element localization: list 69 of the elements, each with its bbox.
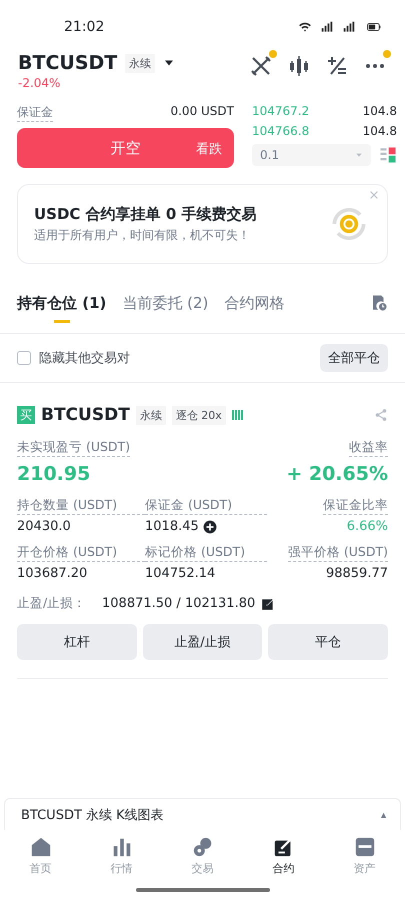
nav-item[interactable]: 行情 [96,836,146,882]
position-symbol: BTCUSDT [41,405,130,425]
tpsl-label: 止盈/止损： [17,595,88,612]
stat-label: 标记价格 (USDT) [145,544,266,562]
position-tag: 逐仓 20x [172,406,226,424]
tpsl-value: 108871.50 / 102131.80 [102,596,256,611]
chart-bar-title: BTCUSDT 永续 K线图表 [21,806,164,824]
candlestick-icon[interactable] [287,54,311,78]
open-short-button[interactable]: 开空 看跌 [17,128,234,168]
swords-icon[interactable] [249,54,273,78]
precision-dropdown[interactable]: 0.1 [252,144,371,166]
leverage-bars-icon [232,410,243,420]
close-icon [369,190,379,200]
promo-title: USDC 合约享挂单 0 手续费交易 [34,204,258,224]
stat-value: 98859.77 [326,566,388,581]
stat-label: 强平价格 (USDT) [288,544,388,562]
nav-item[interactable]: 资产 [340,836,390,882]
book-amount: 104.8 [362,124,397,138]
home-icon [30,836,52,858]
promo-subtitle: 适用于所有用户，时间有限，机不可失！ [34,226,251,244]
book-price: 104767.2 [252,104,310,118]
roi-value: + 20.65% [286,463,388,485]
promo-card[interactable]: USDC 合约享挂单 0 手续费交易 适用于所有用户，时间有限，机不可失！ [17,184,388,264]
close-all-button[interactable]: 全部平仓 [320,344,388,372]
book-layout-icon[interactable] [379,146,397,164]
stat-label: 持仓数量 (USDT) [17,497,145,515]
nav-item[interactable]: 首页 [16,836,66,882]
stat-label: 收益率 [349,439,388,457]
price-change: -2.04% [18,76,62,90]
checkbox[interactable] [17,351,31,365]
button-hint: 看跌 [196,141,222,158]
stat-value: 103687.20 [17,566,88,581]
clock: 21:02 [64,19,104,35]
signal-icon [341,20,357,34]
nav-item[interactable]: 合约 [258,836,308,882]
tab[interactable]: 合约网格 [224,294,284,321]
tab[interactable]: 当前委托 (2) [122,294,208,321]
tab[interactable]: 持有仓位 (1) [17,294,106,321]
add-icon[interactable] [202,520,217,534]
caret-icon [355,151,363,159]
edit-icon[interactable] [261,596,276,610]
wallet-icon [354,836,376,858]
action-button[interactable]: 平仓 [268,624,388,660]
signal-icon [319,20,335,34]
symbol-title: BTCUSDT [18,52,118,74]
checkbox-label: 隐藏其他交易对 [39,350,130,367]
book-amount: 104.8 [362,104,397,118]
coins-icon [192,836,214,858]
chart-bar[interactable]: BTCUSDT 永续 K线图表 ▲ [4,798,401,830]
stat-label: 保证金比率 [323,497,388,515]
stat-value: 1018.45 [145,519,199,534]
margin-value: 0.00 USDT [170,104,234,120]
stat-value: 6.66% [346,519,388,534]
position-tag: 永续 [136,406,166,424]
wifi-icon [297,20,313,34]
stat-value: 104752.14 [145,566,216,581]
stat-value: 20430.0 [17,519,71,534]
contract-tag: 永续 [125,54,156,72]
side-badge: 买 [17,406,35,424]
stat-label: 未实现盈亏 (USDT) [17,439,130,457]
action-button[interactable]: 杠杆 [17,624,137,660]
stat-label: 保证金 (USDT) [145,497,266,515]
margin-label: 保证金 [17,104,53,122]
history-icon[interactable] [370,294,388,312]
action-button[interactable]: 止盈/止损 [142,624,262,660]
nav-item[interactable]: 交易 [178,836,228,882]
pnl-value: 210.95 [17,463,92,485]
book-price: 104766.8 [252,124,310,138]
stat-label: 开仓价格 (USDT) [17,544,145,562]
